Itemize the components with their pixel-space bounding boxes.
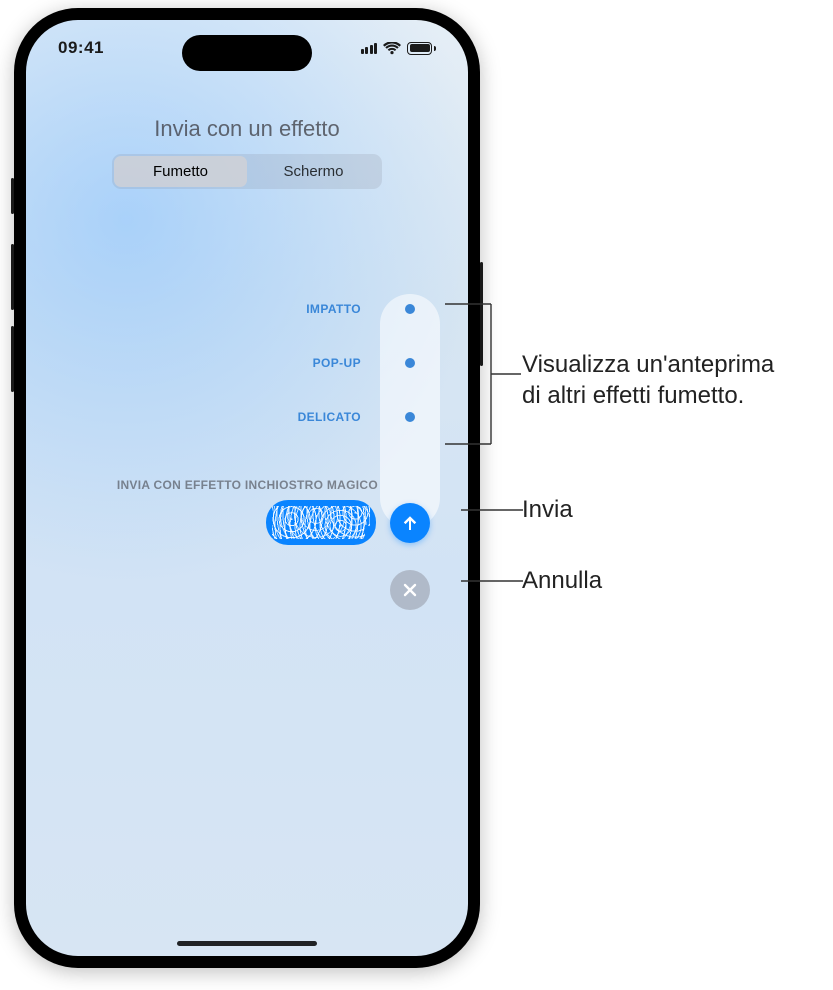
effect-dot-slam[interactable] [405,304,415,314]
callout-preview: Visualizza un'anteprima di altri effetti… [522,349,774,411]
battery-icon [407,42,436,55]
callout-bracket-preview [445,296,525,452]
volume-up-button [11,244,14,310]
phone-screen: 09:41 [26,20,468,956]
tab-bubble[interactable]: Fumetto [114,156,247,187]
page-title: Invia con un effetto [26,116,468,142]
mute-switch [11,178,14,214]
message-bubble-preview [266,500,376,545]
status-icons [361,42,437,55]
cancel-button[interactable] [390,570,430,610]
invisible-ink-hint: INVIA CON EFFETTO INCHIOSTRO MAGICO [117,478,378,492]
callout-line-send [461,505,523,515]
effect-dot-loud[interactable] [405,358,415,368]
callout-line-cancel [461,576,523,586]
effect-label-gentle: DELICATO [298,410,361,424]
send-button[interactable] [390,503,430,543]
invisible-ink-effect [272,506,370,539]
effect-label-loud: POP-UP [313,356,361,370]
effect-label-slam: IMPATTO [306,302,361,316]
cellular-signal-icon [361,42,378,54]
callout-cancel: Annulla [522,565,602,596]
home-indicator[interactable] [177,941,317,946]
segmented-control: Fumetto Schermo [112,154,382,189]
tab-screen[interactable]: Schermo [247,156,380,187]
effect-selector: IMPATTO POP-UP DELICATO [390,304,430,422]
volume-down-button [11,326,14,392]
dynamic-island [182,35,312,71]
close-icon [402,582,418,598]
arrow-up-icon [400,513,420,533]
iphone-device-frame: 09:41 [14,8,480,968]
status-time: 09:41 [58,38,104,58]
effect-selector-track [380,294,440,528]
wifi-icon [383,42,401,55]
effect-dot-gentle[interactable] [405,412,415,422]
callout-send: Invia [522,494,573,525]
